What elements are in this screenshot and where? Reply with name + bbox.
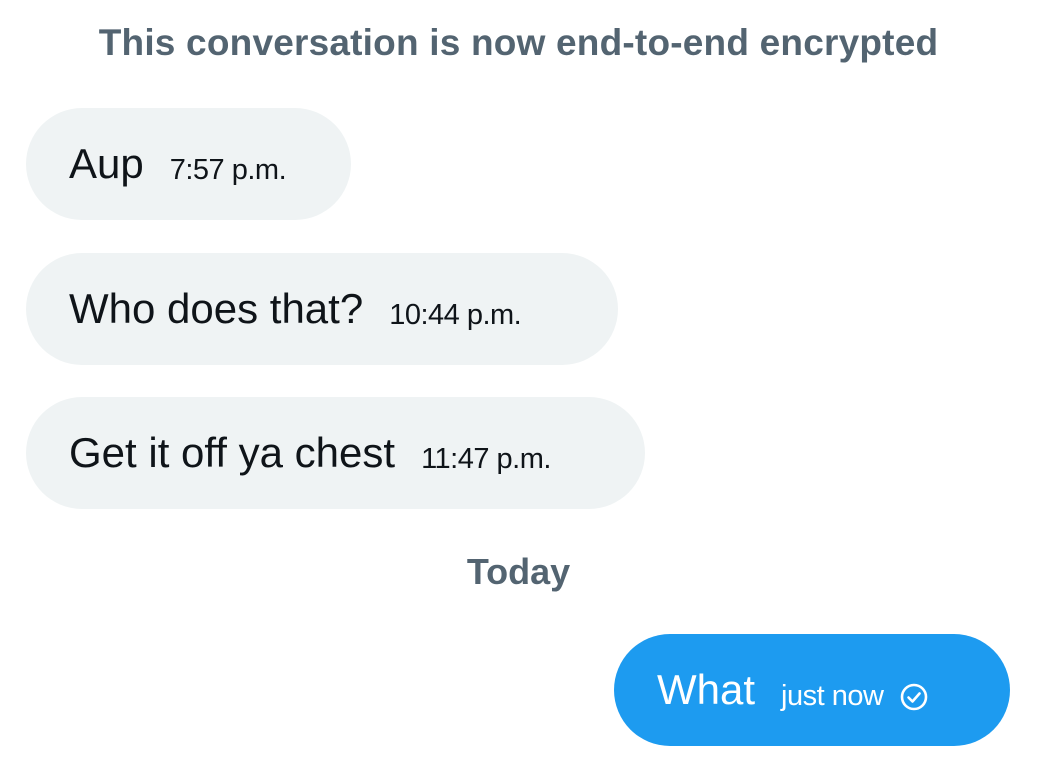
day-separator: Today [466,551,571,592]
message-text: Aup [69,140,144,187]
message-text: What [657,666,756,713]
message-bubble-sent[interactable]: What just now [614,634,1010,746]
message-timestamp: 10:44 p.m. [389,298,522,331]
encryption-notice: This conversation is now end-to-end encr… [98,22,939,63]
message-timestamp: 11:47 p.m. [421,442,551,475]
message-bubble-get-it-off[interactable]: Get it off ya chest 11:47 p.m. [26,397,645,509]
message-text: Get it off ya chest [69,429,396,476]
message-timestamp: just now [781,679,884,712]
message-bubble-aup[interactable]: Aup 7:57 p.m. [26,108,351,220]
message-timestamp: 7:57 p.m. [169,153,287,186]
message-bubble-who-does-that[interactable]: Who does that? 10:44 p.m. [26,253,618,365]
message-text: Who does that? [69,285,364,332]
sent-check-icon [901,683,928,711]
